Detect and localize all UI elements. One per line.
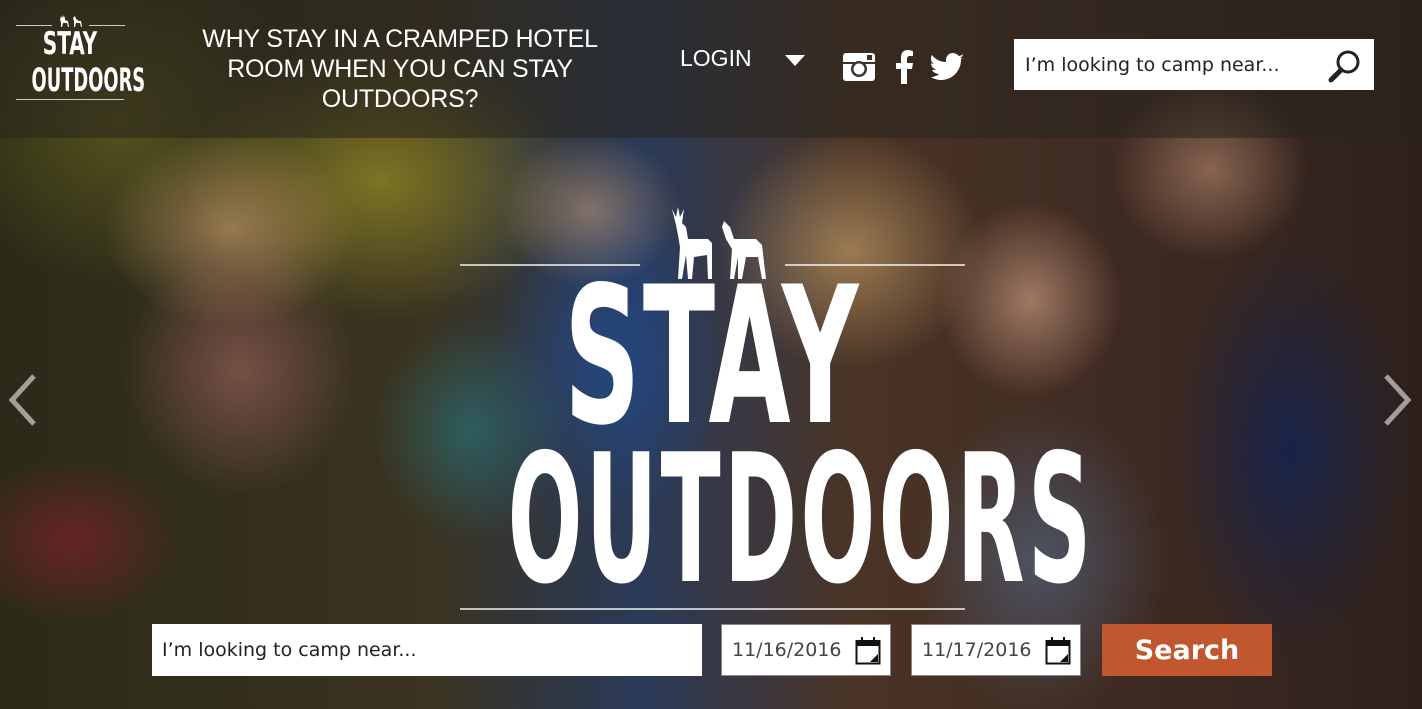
caret-down-icon[interactable]: [785, 55, 805, 66]
check-out-input[interactable]: [912, 639, 1032, 661]
search-button[interactable]: Search: [1102, 624, 1272, 676]
location-input[interactable]: [152, 624, 702, 676]
search-icon[interactable]: [1328, 49, 1362, 83]
header-search-input[interactable]: [1014, 39, 1314, 90]
login-link[interactable]: LOGIN: [680, 45, 752, 72]
hero-title-line2: OUTDOORS: [507, 416, 1095, 623]
logo-line2: OUTDOORS: [31, 61, 146, 99]
check-in-input[interactable]: [722, 639, 842, 661]
facebook-icon[interactable]: [893, 50, 915, 84]
check-in-field: [721, 624, 891, 676]
location-field: [152, 624, 702, 676]
chevron-left-icon[interactable]: [8, 372, 38, 428]
check-out-field: [911, 624, 1081, 676]
twitter-icon[interactable]: [931, 50, 965, 84]
calendar-icon[interactable]: [1045, 637, 1071, 665]
header-tagline: WHY STAY IN A CRAMPED HOTEL ROOM WHEN YO…: [202, 25, 598, 113]
logo-rule: [16, 99, 124, 100]
instagram-icon[interactable]: [842, 50, 876, 84]
hero-logo-rule: [460, 608, 965, 610]
header-search-box: [1014, 39, 1374, 90]
logo-line1: STAY: [42, 26, 98, 62]
calendar-icon[interactable]: [855, 637, 881, 665]
site-logo[interactable]: STAY OUTDOORS: [14, 14, 146, 104]
hero-logo: STAY OUTDOORS: [460, 205, 1095, 623]
chevron-right-icon[interactable]: [1382, 372, 1412, 428]
